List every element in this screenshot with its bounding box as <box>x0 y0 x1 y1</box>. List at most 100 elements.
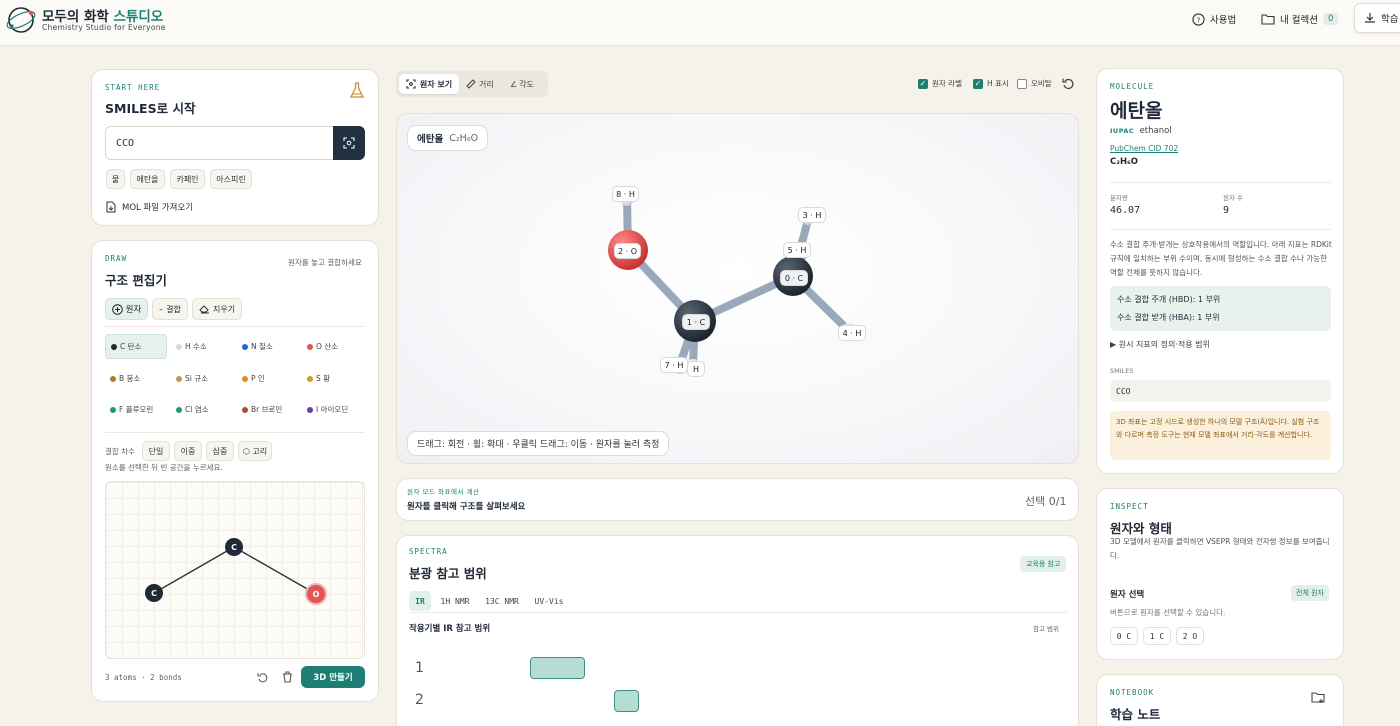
element-label: I 아이오딘 <box>316 405 349 414</box>
divider <box>1110 182 1331 183</box>
example-chip-aspirin[interactable]: 아스피린 <box>210 169 252 189</box>
element-label: Br 브로민 <box>251 405 283 414</box>
element-label: C 탄소 <box>120 342 142 351</box>
ir-range-bar[interactable] <box>614 690 639 712</box>
atom-label: 7 · H <box>660 357 688 373</box>
element-color-dot <box>242 406 248 413</box>
element-label: O 산소 <box>316 342 339 351</box>
atom-count-label: 원자 수 <box>1223 194 1244 202</box>
toggle-orbital[interactable]: 오비탈 <box>1017 78 1052 89</box>
bond-order-double[interactable]: 이중 <box>174 441 202 461</box>
undo-icon[interactable] <box>257 671 269 683</box>
tab-1h-nmr[interactable]: 1H NMR <box>437 591 473 611</box>
element-color-dot <box>307 343 313 350</box>
folder-add-icon[interactable] <box>1311 691 1325 704</box>
drawn-atom-label: O <box>313 590 320 599</box>
ir-range-bar[interactable] <box>530 657 585 679</box>
inspect-desc: 3D 모델에서 원자를 클릭하면 VSEPR 형태와 전자쌍 정보를 보여줍니다… <box>1110 537 1330 560</box>
pubchem-link[interactable]: PubChem CID 702 <box>1110 144 1178 153</box>
draw-canvas[interactable]: C C O <box>105 481 365 659</box>
atom-label: 8 · H <box>612 186 639 202</box>
element-label: S 황 <box>316 374 331 383</box>
element-button[interactable]: N 질소 <box>237 334 299 359</box>
atom-button-0-c[interactable]: 0 C <box>1110 627 1138 645</box>
help-icon: ? <box>1192 12 1205 26</box>
make-3d-button[interactable]: 3D 만들기 <box>301 666 365 688</box>
drawn-atom-label: C <box>151 589 157 598</box>
spectra-card: SPECTRA 분광 참고 범위 교육용 참고 IR 1H NMR 13C NM… <box>396 535 1079 726</box>
drawn-atom-label: C <box>231 543 237 552</box>
element-button[interactable]: P 인 <box>237 366 299 391</box>
element-button[interactable]: Cl 염소 <box>171 397 233 422</box>
molecule-viewer[interactable]: 에탄올 C₂H₆O 8 · H 2 · O 3 · H 5 · H 0 · C 1… <box>396 113 1079 464</box>
element-button[interactable]: B 붕소 <box>105 366 167 391</box>
bond-order-label: 결합 차수 <box>105 447 135 456</box>
ir-row-label: 1 <box>415 660 424 676</box>
help-button[interactable]: ? 사용법 <box>1192 10 1236 28</box>
element-label: Cl 염소 <box>185 405 209 414</box>
element-button[interactable]: Br 브로민 <box>237 397 299 422</box>
atom-label: 3 · H <box>798 207 826 223</box>
example-chip-ethanol[interactable]: 에탄올 <box>130 169 165 189</box>
molecule-3d-render <box>608 194 857 375</box>
atom-label: 5 · H <box>783 242 811 258</box>
example-chip-water[interactable]: 물 <box>106 169 125 189</box>
tool-bond-button[interactable]: – 결합 <box>152 298 188 320</box>
element-button[interactable]: S 황 <box>302 366 364 391</box>
hba-value: 수소 결합 받개 (HBA): 1 부위 <box>1117 313 1220 322</box>
element-button[interactable]: Si 규소 <box>171 366 233 391</box>
element-label: H 수소 <box>185 342 207 351</box>
hbond-description: 수소 결합 주개·받개는 상호작용에서의 역할입니다. 아래 지표는 RDKit… <box>1110 240 1332 277</box>
draw-stats: 3 atoms · 2 bonds <box>105 673 182 682</box>
checkbox-checked-icon: ✓ <box>973 78 983 89</box>
atom-label: 4 · H <box>838 325 866 341</box>
tab-uv-vis[interactable]: UV-Vis <box>531 591 567 611</box>
element-label: P 인 <box>251 374 265 383</box>
spectra-kicker: SPECTRA <box>409 547 448 556</box>
element-color-dot <box>176 406 182 413</box>
divider <box>105 432 365 433</box>
smiles-search-button[interactable] <box>333 126 365 160</box>
measure-card: 원자 모드 좌표에서 계산 원자를 클릭해 구조를 살펴보세요 선택 0/1 <box>396 478 1079 521</box>
element-color-dot <box>110 406 116 413</box>
tab-ir[interactable]: IR <box>409 591 431 611</box>
smiles-label: SMILES <box>1110 367 1134 375</box>
toggle-show-h[interactable]: ✓ H 표시 <box>973 78 1009 89</box>
tab-atom-view[interactable]: 원자 보기 <box>399 74 459 94</box>
atom-label: 0 · C <box>780 270 808 286</box>
atom-select-hint: 버튼으로 원자를 선택할 수 있습니다. <box>1110 608 1226 617</box>
element-button[interactable]: C 탄소 <box>105 334 167 359</box>
mol-import-button[interactable]: MOL 파일 가져오기 <box>106 201 193 213</box>
all-atoms-button[interactable]: 전체 원자 <box>1291 585 1329 601</box>
smiles-card: START HERE SMILES로 시작 CCO 물 에탄올 카페인 아스피린… <box>91 69 379 226</box>
scan-icon <box>343 137 355 149</box>
element-button[interactable]: O 산소 <box>302 334 364 359</box>
element-button[interactable]: H 수소 <box>171 334 233 359</box>
atom-button-2-o[interactable]: 2 O <box>1176 627 1204 645</box>
tab-13c-nmr[interactable]: 13C NMR <box>481 591 523 611</box>
tab-angle[interactable]: ∠ 각도 <box>510 74 544 94</box>
study-button[interactable]: 학습 <box>1354 3 1400 33</box>
viewer-tabs: 원자 보기 거리 ∠ 각도 <box>396 71 548 97</box>
smiles-input[interactable]: CCO <box>105 126 334 160</box>
ir-ref-label: 참고 범위 <box>1033 625 1059 633</box>
tab-distance[interactable]: 거리 <box>466 74 502 94</box>
inspect-kicker: INSPECT <box>1110 502 1149 511</box>
trash-icon[interactable] <box>282 671 293 683</box>
tool-erase-button[interactable]: 지우기 <box>192 298 242 320</box>
element-button[interactable]: F 플루오린 <box>105 397 167 422</box>
example-chip-caffeine[interactable]: 카페인 <box>170 169 205 189</box>
atom-button-1-c[interactable]: 1 C <box>1143 627 1171 645</box>
ruler-icon <box>466 79 476 89</box>
bond-order-ring[interactable]: ⬡ 고리 <box>238 441 272 461</box>
atom-count-value: 9 <box>1223 205 1230 216</box>
bond-order-triple[interactable]: 삼중 <box>206 441 234 461</box>
toggle-atom-labels[interactable]: ✓ 원자 라벨 <box>918 78 962 89</box>
plus-circle-icon <box>111 303 123 315</box>
bond-order-single[interactable]: 단일 <box>142 441 170 461</box>
definition-disclosure[interactable]: ▶ 원시 지표의 정의·적용 범위 <box>1110 339 1210 350</box>
element-button[interactable]: I 아이오딘 <box>302 397 364 422</box>
reset-view-icon[interactable] <box>1062 77 1075 90</box>
tool-atom-button[interactable]: 원자 <box>105 298 148 320</box>
collection-button[interactable]: 내 컬렉션 0 <box>1261 10 1339 28</box>
